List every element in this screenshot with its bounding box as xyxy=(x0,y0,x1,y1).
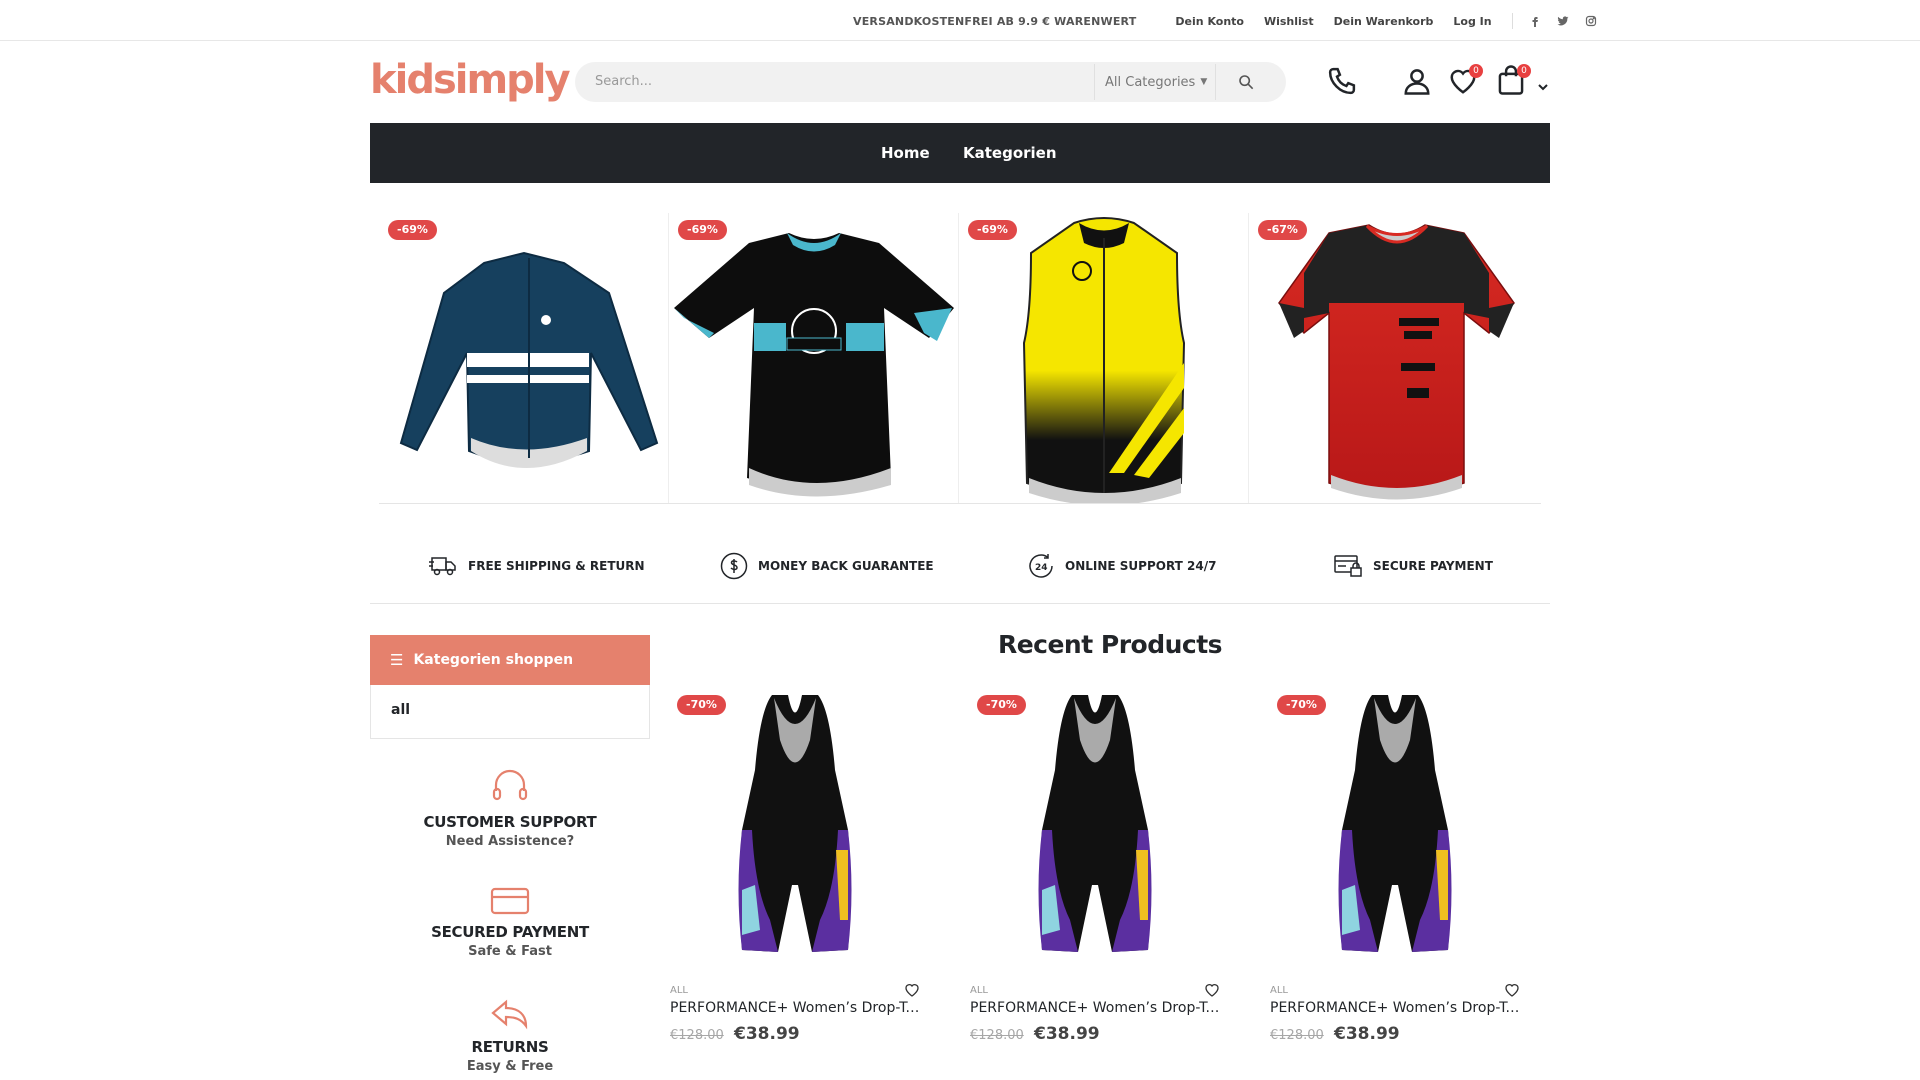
info-label: FREE SHIPPING & RETURN xyxy=(468,559,645,573)
feature-secured-payment: SECURED PAYMENT Safe & Fast xyxy=(370,887,650,959)
featured-product[interactable]: -69% xyxy=(669,213,959,503)
price: €38.99 xyxy=(1334,1024,1400,1044)
product-category[interactable]: ALL xyxy=(1270,985,1288,996)
search-input[interactable]: Search... xyxy=(595,74,652,89)
search-bar: Search... All Categories ▼ xyxy=(575,62,1286,102)
category-item-all[interactable]: all xyxy=(391,702,410,718)
product-category[interactable]: ALL xyxy=(970,985,988,996)
product-name[interactable]: PERFORMANCE+ Women’s Drop-Tail Bib Short… xyxy=(1270,1000,1520,1016)
product-image xyxy=(1278,224,1515,500)
search-button[interactable] xyxy=(1215,64,1275,100)
feature-returns: RETURNS Easy & Free xyxy=(370,998,650,1074)
phone-icon[interactable] xyxy=(1327,66,1357,100)
info-label: MONEY BACK GUARANTEE xyxy=(758,559,934,573)
info-box-shipping: FREE SHIPPING & RETURN xyxy=(429,553,645,579)
truck-icon xyxy=(429,557,456,576)
product-image xyxy=(1038,695,1152,952)
chevron-down-icon: ▼ xyxy=(1200,77,1208,87)
info-label: ONLINE SUPPORT 24/7 xyxy=(1065,559,1217,573)
category-menu-header[interactable]: ☰ Kategorien shoppen xyxy=(370,635,650,685)
svg-text:24: 24 xyxy=(1035,563,1048,573)
site-logo[interactable]: kidsimply xyxy=(370,57,571,103)
link-login[interactable]: Log In xyxy=(1453,15,1491,28)
category-select-label: All Categories xyxy=(1105,74,1196,90)
return-arrow-icon xyxy=(491,999,528,1030)
link-wishlist[interactable]: Wishlist xyxy=(1264,15,1314,28)
discount-badge: -69% xyxy=(388,220,437,240)
product-name[interactable]: PERFORMANCE+ Women’s Drop-Tail Bib Short… xyxy=(670,1000,920,1016)
price: €38.99 xyxy=(1034,1024,1100,1044)
old-price: €128.00 xyxy=(970,1028,1024,1043)
dollar-icon xyxy=(720,552,748,580)
discount-badge: -69% xyxy=(678,220,727,240)
product-name[interactable]: PERFORMANCE+ Women’s Drop-Tail Bib Short… xyxy=(970,1000,1220,1016)
old-price: €128.00 xyxy=(1270,1028,1324,1043)
heart-icon[interactable] xyxy=(1504,982,1520,998)
discount-badge: -70% xyxy=(677,695,726,715)
nav-item-kategorien[interactable]: Kategorien xyxy=(963,144,1057,162)
product-image xyxy=(399,251,659,468)
feature-customer-support: CUSTOMER SUPPORT Need Assistence? xyxy=(370,767,650,849)
chevron-down-icon[interactable] xyxy=(1538,76,1548,95)
featured-product[interactable]: -69% xyxy=(959,213,1249,506)
support-24-icon: 24 xyxy=(1029,554,1053,578)
discount-badge: -69% xyxy=(968,220,1017,240)
info-box-secure-payment: SECURE PAYMENT xyxy=(1334,553,1493,579)
facebook-icon[interactable] xyxy=(1529,15,1541,27)
credit-card-icon xyxy=(490,887,530,915)
divider xyxy=(1511,13,1513,29)
search-icon xyxy=(1238,75,1253,90)
feature-title: RETURNS xyxy=(471,1038,549,1056)
discount-badge: -70% xyxy=(977,695,1026,715)
info-box-money-back: MONEY BACK GUARANTEE xyxy=(720,552,934,580)
nav-item-home[interactable]: Home xyxy=(881,144,930,162)
price: €38.99 xyxy=(734,1024,800,1044)
link-cart[interactable]: Dein Warenkorb xyxy=(1334,15,1434,28)
product-image xyxy=(674,233,954,497)
feature-title: SECURED PAYMENT xyxy=(431,923,589,941)
main-nav: Home Kategorien xyxy=(370,123,1550,183)
feature-subtitle: Easy & Free xyxy=(466,1059,554,1074)
shipping-notice: VERSANDKOSTENFREI AB 9.9 € WARENWERT xyxy=(853,14,1137,28)
feature-title: CUSTOMER SUPPORT xyxy=(423,813,597,831)
heart-icon[interactable] xyxy=(904,982,920,998)
feature-subtitle: Need Assistence? xyxy=(445,834,575,849)
info-box-support: 24 ONLINE SUPPORT 24/7 xyxy=(1027,553,1216,579)
instagram-icon[interactable] xyxy=(1585,15,1597,27)
user-icon[interactable] xyxy=(1402,66,1432,100)
discount-badge: -70% xyxy=(1277,695,1326,715)
section-title: Recent Products xyxy=(997,630,1223,659)
wishlist-count-badge: 0 xyxy=(1469,64,1483,78)
divider xyxy=(370,603,1550,604)
featured-product[interactable]: -67% xyxy=(1249,213,1541,503)
product-image xyxy=(1338,695,1452,952)
category-list: all xyxy=(370,685,650,739)
heart-icon[interactable] xyxy=(1204,982,1220,998)
category-menu-title: Kategorien shoppen xyxy=(413,652,574,668)
product-image xyxy=(1022,217,1186,506)
feature-subtitle: Safe & Fast xyxy=(468,944,552,959)
old-price: €128.00 xyxy=(670,1028,724,1043)
secure-card-icon xyxy=(1334,555,1362,577)
menu-icon: ☰ xyxy=(390,651,404,669)
link-account[interactable]: Dein Konto xyxy=(1175,15,1244,28)
featured-product[interactable]: -69% xyxy=(379,213,669,503)
headset-icon xyxy=(492,769,528,801)
cart-count-badge: 0 xyxy=(1517,64,1531,78)
discount-badge: -67% xyxy=(1258,220,1307,240)
info-label: SECURE PAYMENT xyxy=(1373,559,1493,573)
top-bar: VERSANDKOSTENFREI AB 9.9 € WARENWERT Dei… xyxy=(0,0,1920,41)
divider xyxy=(379,503,1541,504)
category-select[interactable]: All Categories ▼ xyxy=(1094,64,1215,100)
product-category[interactable]: ALL xyxy=(670,985,688,996)
product-image xyxy=(738,695,852,952)
twitter-icon[interactable] xyxy=(1557,15,1569,27)
